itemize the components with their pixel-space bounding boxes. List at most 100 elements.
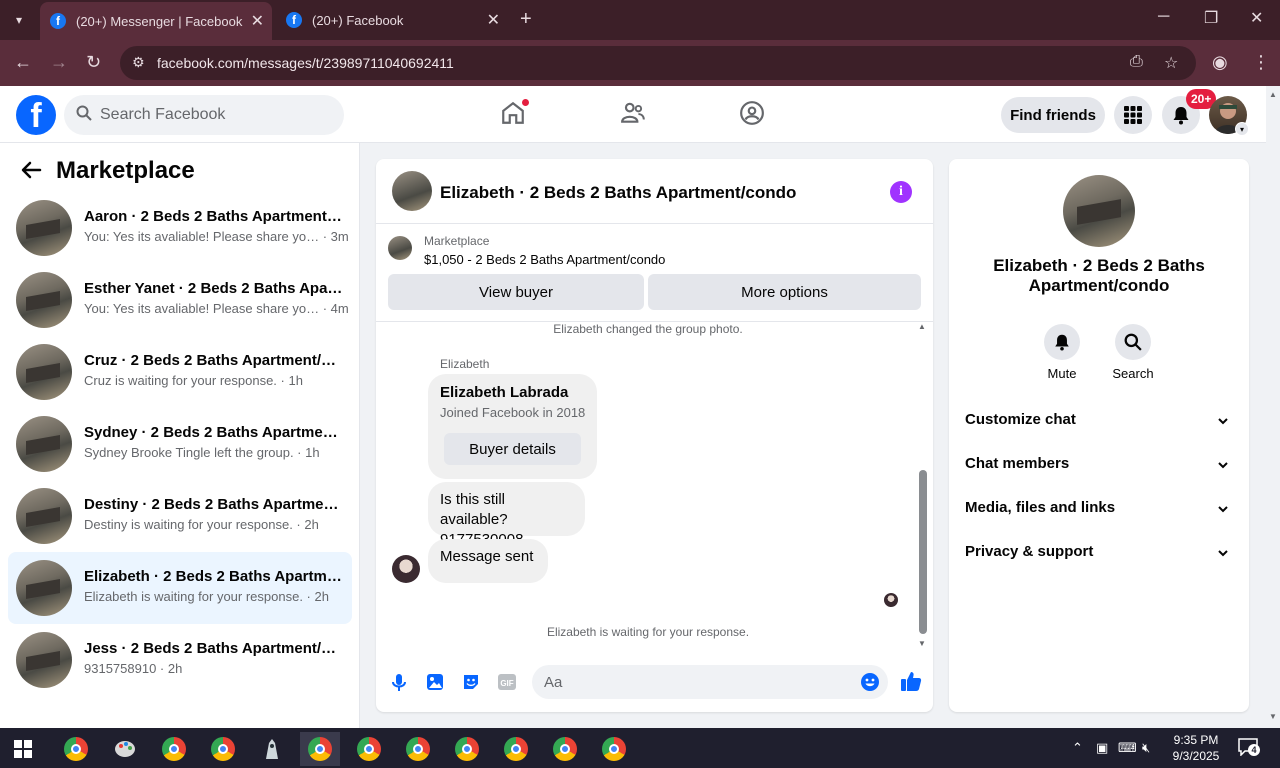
conversation-item[interactable]: Destiny · 2 Beds 2 Baths Apartment/condo… [8, 480, 352, 552]
taskbar-clock[interactable]: 9:35 PM 9/3/2025 [1168, 732, 1224, 764]
chat-thumbnail[interactable] [392, 171, 432, 211]
page-scrollbar[interactable]: ▲ ▼ [1266, 86, 1280, 728]
action-center-count: 4 [1248, 744, 1260, 756]
search-conversation-button[interactable]: Search [1103, 324, 1163, 381]
listing-title[interactable]: $1,050 - 2 Beds 2 Baths Apartment/condo [424, 252, 665, 267]
conversation-item[interactable]: Sydney · 2 Beds 2 Baths Apartment/condo … [8, 408, 352, 480]
message-sender-name: Elizabeth [440, 357, 490, 371]
account-chevron-down-icon[interactable]: ▾ [1235, 122, 1249, 136]
tray-volume-muted-icon[interactable]: 🔇︎ [1142, 740, 1150, 756]
conversation-info-icon[interactable]: i [890, 181, 912, 203]
search-input[interactable] [100, 95, 330, 135]
sidebar-title: Marketplace [56, 157, 195, 184]
tab-search-button[interactable]: ▾ [6, 7, 32, 33]
conversation-item[interactable]: Aaron · 2 Beds 2 Baths Apartment/condo Y… [8, 192, 352, 264]
chevron-down-icon [1218, 462, 1228, 469]
taskbar-chrome-icon-active[interactable] [300, 732, 340, 766]
bookmark-star-icon[interactable]: ☆ [1164, 53, 1178, 73]
bell-icon [1044, 324, 1080, 360]
thumbs-up-icon[interactable] [900, 670, 922, 691]
taskbar-chrome-icon[interactable] [56, 732, 96, 766]
taskbar-paint-icon[interactable] [105, 732, 145, 766]
new-tab-icon[interactable]: + [520, 8, 532, 31]
customize-chat-section[interactable]: Customize chat [949, 399, 1249, 443]
scrollbar-thumb[interactable] [919, 470, 927, 634]
facebook-logo-icon[interactable]: f [16, 95, 56, 135]
groups-icon[interactable] [739, 100, 767, 128]
taskbar-chrome-icon[interactable] [154, 732, 194, 766]
reload-icon[interactable]: ↻ [86, 52, 101, 73]
search-icon [76, 105, 92, 125]
buyer-name: Elizabeth Labrada [440, 384, 569, 401]
tray-chevron-up-icon[interactable]: ⌃ [1072, 740, 1083, 756]
conversation-item[interactable]: Esther Yanet · 2 Beds 2 Baths Apartment/… [8, 264, 352, 336]
buyer-details-button[interactable]: Buyer details [444, 433, 581, 465]
conversation-item-active[interactable]: Elizabeth · 2 Beds 2 Baths Apartment/con… [8, 552, 352, 624]
windows-start-icon[interactable] [14, 740, 32, 758]
tray-device-icon[interactable]: ▣ [1096, 740, 1108, 756]
taskbar-chrome-icon[interactable] [447, 732, 487, 766]
close-window-icon[interactable]: ✕ [1250, 8, 1263, 28]
friends-icon[interactable] [620, 100, 648, 128]
close-tab-icon[interactable]: ✕ [487, 10, 500, 30]
scroll-down-arrow-icon[interactable]: ▼ [1269, 712, 1277, 721]
message-input[interactable] [544, 665, 844, 699]
profile-icon[interactable]: ◉ [1212, 52, 1228, 73]
browser-tab-facebook[interactable]: f (20+) Facebook ✕ [276, 0, 508, 40]
view-buyer-button[interactable]: View buyer [388, 274, 644, 310]
sticker-icon[interactable] [461, 672, 481, 692]
gif-icon[interactable]: GIF [497, 672, 517, 692]
scroll-up-arrow-icon[interactable]: ▲ [1269, 90, 1277, 99]
media-files-links-section[interactable]: Media, files and links [949, 487, 1249, 531]
close-tab-icon[interactable]: ✕ [251, 11, 264, 31]
scroll-up-arrow-icon[interactable]: ▲ [918, 322, 926, 331]
facebook-favicon-icon: f [286, 12, 302, 28]
back-arrow-icon[interactable] [20, 159, 44, 183]
install-app-icon[interactable]: ⎙ [1130, 53, 1143, 71]
chat-scrollbar[interactable]: ▲ ▼ [917, 322, 929, 652]
message-bubble[interactable]: Message sent [428, 539, 548, 583]
taskbar-chrome-icon[interactable] [545, 732, 585, 766]
find-friends-button[interactable]: Find friends [1001, 97, 1105, 133]
microphone-icon[interactable] [389, 672, 409, 692]
conversation-item[interactable]: Cruz · 2 Beds 2 Baths Apartment/condo Cr… [8, 336, 352, 408]
maximize-icon[interactable]: ❐ [1204, 8, 1218, 28]
mute-button[interactable]: Mute [1032, 324, 1092, 381]
conversation-name: Cruz · 2 Beds 2 Baths Apartment/condo [84, 352, 344, 369]
message-bubble[interactable]: Is this still available? 9177530008 [428, 482, 585, 548]
chat-title[interactable]: Elizabeth · 2 Beds 2 Baths Apartment/con… [440, 183, 796, 203]
listing-thumbnail [388, 236, 412, 260]
tray-network-icon[interactable]: ⌨ [1118, 740, 1137, 756]
menu-grid-icon[interactable] [1114, 96, 1152, 134]
browser-tab-messenger[interactable]: f (20+) Messenger | Facebook ✕ [40, 2, 272, 40]
taskbar-chrome-icon[interactable] [349, 732, 389, 766]
sender-avatar[interactable] [392, 555, 420, 583]
listing-photo[interactable] [1063, 175, 1135, 247]
message-input-box[interactable] [532, 665, 888, 699]
back-arrow-icon[interactable]: ← [14, 52, 32, 73]
taskbar-chrome-icon[interactable] [203, 732, 243, 766]
address-bar[interactable]: ⚙ facebook.com/messages/t/23989711040692… [120, 46, 1196, 80]
url-text[interactable]: facebook.com/messages/t/2398971104069241… [157, 55, 454, 71]
photo-icon[interactable] [425, 672, 445, 692]
taskbar-chrome-icon[interactable] [496, 732, 536, 766]
conversation-name: Elizabeth · 2 Beds 2 Baths Apartment/con… [84, 568, 344, 585]
chevron-down-icon [1218, 550, 1228, 557]
forward-arrow-icon[interactable]: → [50, 52, 68, 73]
taskbar-chrome-icon[interactable] [594, 732, 634, 766]
chat-members-section[interactable]: Chat members [949, 443, 1249, 487]
message-list: Elizabeth changed the group photo. Eliza… [376, 322, 933, 652]
home-icon[interactable] [500, 98, 530, 128]
action-center-icon[interactable]: 4 [1238, 738, 1260, 759]
privacy-support-section[interactable]: Privacy & support [949, 531, 1249, 575]
taskbar-chrome-icon[interactable] [398, 732, 438, 766]
scroll-down-arrow-icon[interactable]: ▼ [918, 639, 926, 648]
taskbar-app-icon[interactable] [252, 732, 292, 766]
browser-menu-icon[interactable]: ⋮ [1252, 52, 1270, 73]
site-info-icon[interactable]: ⚙ [132, 54, 145, 71]
minimize-icon[interactable]: ─ [1158, 8, 1169, 26]
more-options-button[interactable]: More options [648, 274, 921, 310]
search-box[interactable] [64, 95, 344, 135]
emoji-icon[interactable] [860, 672, 880, 697]
conversation-item[interactable]: Jess · 2 Beds 2 Baths Apartment/condo 93… [8, 624, 352, 696]
